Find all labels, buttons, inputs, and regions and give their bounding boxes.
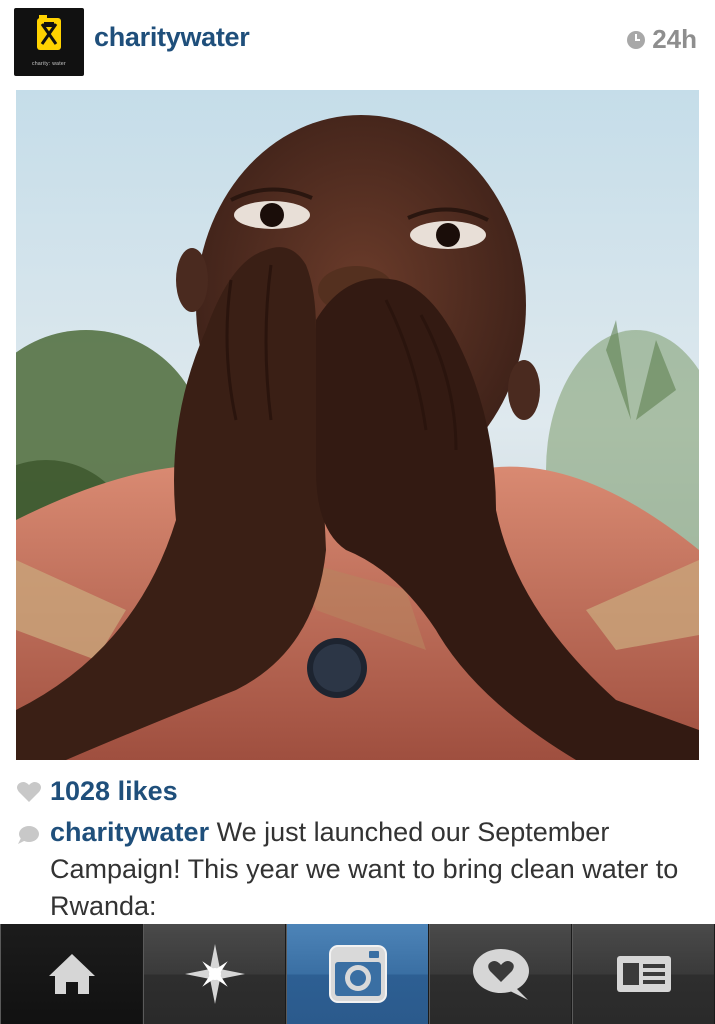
tab-explore[interactable] xyxy=(143,924,286,1024)
post-username[interactable]: charitywater xyxy=(94,22,250,53)
tab-home[interactable] xyxy=(0,924,143,1024)
tab-bar xyxy=(0,924,715,1024)
post-time: 24h xyxy=(626,24,697,55)
tab-camera[interactable] xyxy=(286,924,429,1024)
tab-activity[interactable] xyxy=(429,924,572,1024)
profile-icon xyxy=(616,956,671,992)
clock-icon xyxy=(627,30,646,49)
child-photo-image xyxy=(16,90,699,760)
caption-username[interactable]: charitywater xyxy=(50,817,209,847)
home-icon xyxy=(48,954,95,994)
post-time-label: 24h xyxy=(652,24,697,54)
activity-icon xyxy=(472,949,529,1000)
tab-profile[interactable] xyxy=(572,924,715,1024)
avatar[interactable]: charity: water xyxy=(14,8,84,76)
likes-count[interactable]: 1028 likes xyxy=(50,776,178,807)
likes-row[interactable]: 1028 likes xyxy=(16,776,178,807)
heart-icon xyxy=(17,781,41,802)
comment-icon xyxy=(18,826,39,844)
explore-icon xyxy=(184,944,245,1004)
post-header: charity: water charitywater 24h xyxy=(0,0,715,80)
camera-icon xyxy=(328,945,387,1003)
caption: charitywater We just launched our Septem… xyxy=(50,814,690,925)
post-photo[interactable] xyxy=(16,90,699,760)
avatar-text: charity: water xyxy=(32,61,66,67)
